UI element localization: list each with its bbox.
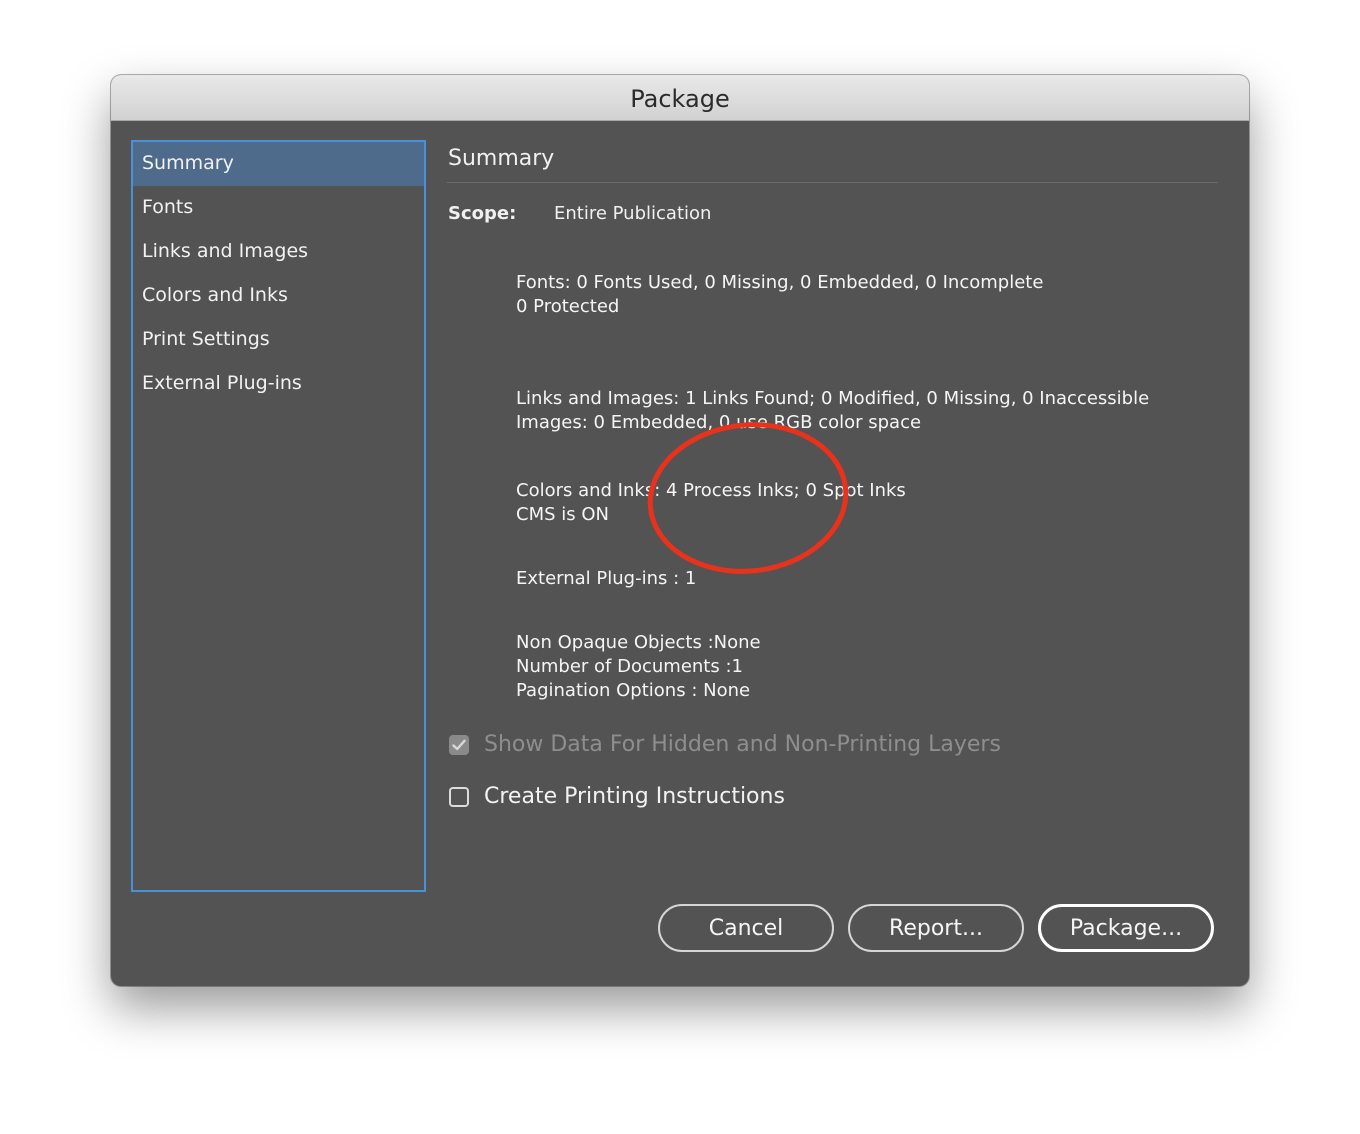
panel-heading: Summary: [448, 146, 555, 171]
misc-summary: Non Opaque Objects :None Number of Docum…: [516, 631, 761, 703]
misc-summary-line: Non Opaque Objects :None: [516, 632, 761, 653]
heading-divider: [447, 182, 1218, 183]
create-printing-instructions-checkbox[interactable]: [449, 786, 469, 807]
plugins-summary-line: External Plug-ins : 1: [516, 568, 697, 589]
category-list[interactable]: Summary Fonts Links and Images Colors an…: [131, 140, 426, 892]
summary-panel: Summary Scope: Entire Publication Fonts:…: [447, 140, 1219, 900]
fonts-summary-line: 0 Protected: [516, 296, 620, 317]
show-hidden-layers-checkbox: [449, 734, 469, 755]
misc-summary-line: Pagination Options : None: [516, 680, 751, 701]
package-button[interactable]: Package...: [1038, 904, 1214, 952]
checkmark-icon: [452, 739, 466, 750]
links-summary: Links and Images: 1 Links Found; 0 Modif…: [516, 387, 1149, 435]
sidebar-item-fonts[interactable]: Fonts: [133, 186, 424, 230]
links-summary-line: Images: 0 Embedded, 0 use RGB color spac…: [516, 412, 922, 433]
misc-summary-line: Number of Documents :1: [516, 656, 743, 677]
colors-summary-line: Colors and Inks: 4 Process Inks; 0 Spot …: [516, 480, 906, 501]
plugins-summary: External Plug-ins : 1: [516, 567, 696, 591]
cancel-button[interactable]: Cancel: [658, 904, 834, 952]
sidebar-item-links-and-images[interactable]: Links and Images: [133, 230, 424, 274]
links-summary-line: Links and Images: 1 Links Found; 0 Modif…: [516, 388, 1150, 409]
create-printing-instructions-label[interactable]: Create Printing Instructions: [484, 784, 785, 809]
scope-value: Entire Publication: [554, 203, 712, 224]
sidebar-item-colors-and-inks[interactable]: Colors and Inks: [133, 274, 424, 318]
colors-summary-line: CMS is ON: [516, 504, 609, 525]
show-hidden-layers-label: Show Data For Hidden and Non-Printing La…: [484, 732, 1001, 757]
sidebar-item-external-plug-ins[interactable]: External Plug-ins: [133, 362, 424, 406]
window-title: Package: [630, 84, 730, 113]
sidebar-item-summary[interactable]: Summary: [133, 142, 424, 186]
title-bar[interactable]: Package: [111, 75, 1249, 121]
fonts-summary-line: Fonts: 0 Fonts Used, 0 Missing, 0 Embedd…: [516, 272, 1044, 293]
report-button[interactable]: Report...: [848, 904, 1024, 952]
package-dialog: Package Summary Fonts Links and Images C…: [111, 75, 1249, 986]
colors-summary: Colors and Inks: 4 Process Inks; 0 Spot …: [516, 479, 906, 527]
show-hidden-layers-option: Show Data For Hidden and Non-Printing La…: [449, 732, 1001, 757]
fonts-summary: Fonts: 0 Fonts Used, 0 Missing, 0 Embedd…: [516, 271, 1043, 319]
scope-label: Scope:: [448, 203, 517, 224]
create-printing-instructions-option[interactable]: Create Printing Instructions: [449, 784, 785, 809]
sidebar-item-print-settings[interactable]: Print Settings: [133, 318, 424, 362]
